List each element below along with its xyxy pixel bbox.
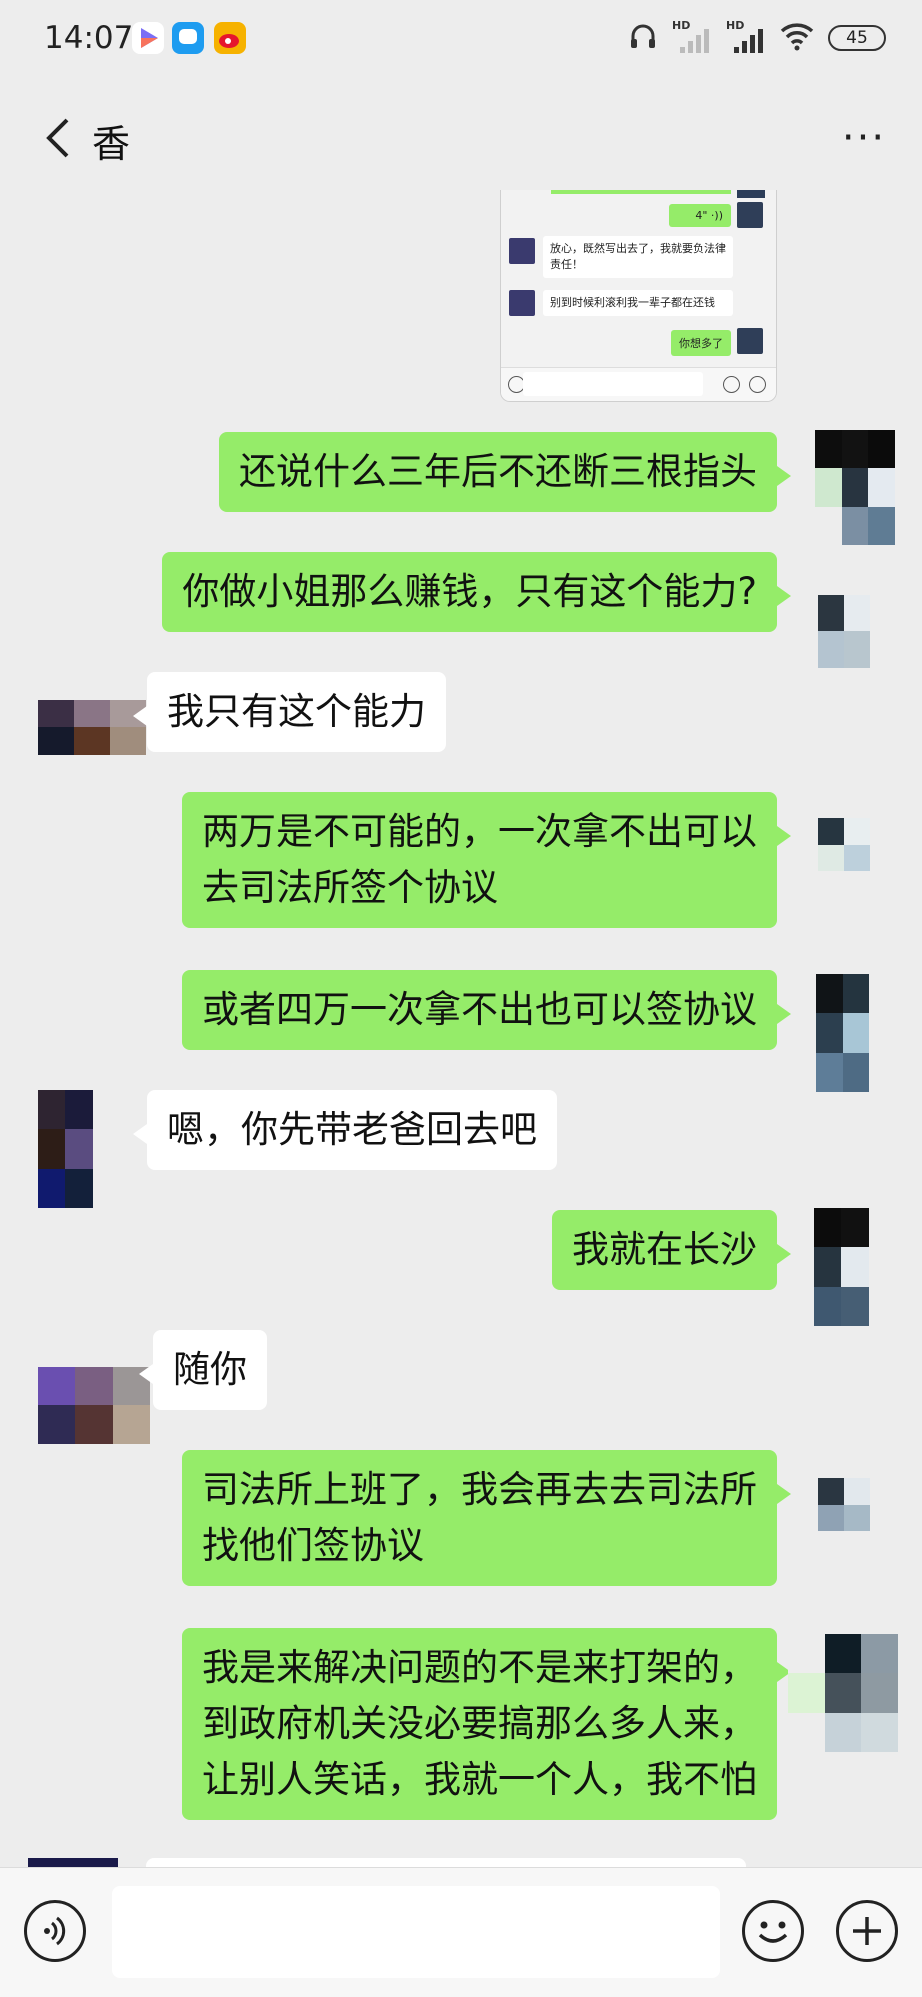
screenshot-voice-bubble: 4" ·)) — [669, 204, 731, 227]
screenshot-message: 你想多了 — [671, 330, 731, 356]
headphones-icon — [628, 21, 658, 55]
status-time: 14:07 — [44, 20, 134, 56]
voice-button[interactable] — [24, 1900, 86, 1962]
message-row: 我只有这个能力 — [0, 670, 922, 782]
screenshot-message: 放心，既然写出去了，我就要负法律责任！ — [543, 236, 733, 278]
screenshot-avatar — [737, 328, 763, 354]
chat-header: 香 ··· — [0, 78, 922, 196]
emoji-button[interactable] — [742, 1900, 804, 1962]
message-line: 司法所上班了，我会再去去司法所 — [202, 1468, 757, 1511]
voice-icon — [44, 1916, 66, 1946]
screenshot-message: 别到时候利滚利我一辈子都在还钱 — [543, 290, 733, 316]
message-line: 两万是不可能的，一次拿不出可以 — [202, 810, 757, 853]
message-line: 我是来解决问题的不是来打架的， — [202, 1646, 757, 1689]
message-row: 我就在长沙 — [0, 1208, 922, 1328]
back-button[interactable] — [28, 108, 88, 168]
message-bubble[interactable]: 还说什么三年后不还断三根指头 — [219, 432, 791, 512]
message-bubble[interactable]: 司法所上班了，我会再去去司法所 找他们签协议 — [182, 1450, 791, 1586]
more-functions-button[interactable] — [836, 1900, 898, 1962]
chat-screenshot-image[interactable]: 4" ·)) 放心，既然写出去了，我就要负法律责任！ 别到时候利滚利我一辈子都在… — [500, 190, 777, 402]
avatar[interactable] — [818, 818, 896, 898]
signal-label: HD — [726, 19, 745, 32]
message-row: 或者四万一次拿不出也可以签协议 — [0, 968, 922, 1092]
avatar[interactable] — [38, 1090, 120, 1208]
avatar[interactable] — [38, 1328, 150, 1444]
screenshot-plus-icon — [749, 376, 766, 393]
message-line: 或者四万一次拿不出也可以签协议 — [202, 988, 757, 1031]
avatar[interactable] — [816, 974, 896, 1092]
chevron-left-icon — [46, 118, 69, 158]
avatar[interactable] — [815, 430, 895, 545]
plus-icon — [853, 1917, 881, 1945]
screenshot-voice-duration: 4" — [695, 209, 708, 222]
message-row: 还说什么三年后不还断三根指头 — [0, 430, 922, 545]
message-row: 我是来解决问题的不是来打架的， 到政府机关没必要搞那么多人来， 让别人笑话，我就… — [0, 1626, 922, 1836]
avatar[interactable] — [814, 1208, 896, 1326]
avatar[interactable] — [38, 700, 146, 782]
message-input[interactable] — [112, 1886, 720, 1978]
message-line: 随你 — [173, 1348, 247, 1391]
screenshot-avatar — [737, 202, 763, 228]
message-row: 两万是不可能的，一次拿不出可以 去司法所签个协议 — [0, 790, 922, 940]
message-line: 嗯，你先带老爸回去吧 — [167, 1108, 537, 1151]
status-icons: HD HD 45 — [628, 19, 886, 56]
signal-icon: HD — [672, 19, 712, 55]
message-bubble[interactable]: 你做小姐那么赚钱，只有这个能力? — [162, 552, 791, 632]
message-bubble[interactable]: 两万是不可能的，一次拿不出可以 去司法所签个协议 — [182, 792, 791, 928]
message-line: 去司法所签个协议 — [202, 866, 498, 909]
message-bubble[interactable]: 嗯，你先带老爸回去吧 — [133, 1090, 557, 1170]
message-bubble[interactable]: 我就在长沙 — [552, 1210, 791, 1290]
message-bubble[interactable]: 或者四万一次拿不出也可以签协议 — [182, 970, 791, 1050]
screenshot-avatar — [509, 238, 535, 264]
message-row: 你做小姐那么赚钱，只有这个能力? — [0, 550, 922, 668]
message-bubble[interactable]: 我是来解决问题的不是来打架的， 到政府机关没必要搞那么多人来， 让别人笑话，我就… — [182, 1628, 791, 1820]
screenshot-avatar — [509, 290, 535, 316]
screenshot-avatar — [737, 190, 765, 198]
message-line: 让别人笑话，我就一个人，我不怕 — [202, 1758, 757, 1801]
message-line: 你做小姐那么赚钱，只有这个能力? — [182, 570, 757, 613]
message-bubble[interactable]: 随你 — [139, 1330, 267, 1410]
message-line: 我就在长沙 — [572, 1228, 757, 1271]
screenshot-bubble-fragment — [551, 190, 731, 194]
screenshot-text-field — [523, 372, 703, 396]
wifi-icon — [780, 21, 814, 55]
battery-icon: 45 — [828, 25, 886, 51]
video-app-icon — [132, 22, 164, 54]
signal-label: HD — [672, 19, 691, 32]
more-options-button[interactable]: ··· — [834, 108, 894, 168]
message-bubble[interactable]: 我只有这个能力 — [133, 672, 446, 752]
message-app-icon — [172, 22, 204, 54]
message-row: 随你 — [0, 1328, 922, 1448]
message-row: 司法所上班了，我会再去去司法所 找他们签协议 — [0, 1448, 922, 1598]
status-bar: 14:07 HD HD 45 — [0, 0, 922, 78]
screenshot-emoji-icon — [723, 376, 740, 393]
message-line: 还说什么三年后不还断三根指头 — [239, 450, 757, 493]
avatar[interactable] — [788, 1634, 898, 1752]
message-row: 嗯，你先带老爸回去吧 — [0, 1088, 922, 1218]
avatar[interactable] — [818, 1478, 896, 1558]
signal-icon: HD — [726, 19, 766, 55]
message-line: 我只有这个能力 — [167, 690, 426, 733]
chat-title: 香 — [92, 122, 131, 166]
input-bar — [0, 1867, 922, 1997]
avatar[interactable] — [818, 558, 896, 668]
weibo-app-icon — [214, 22, 246, 54]
emoji-icon — [758, 1921, 788, 1943]
screenshot-input-bar — [501, 367, 776, 401]
message-line: 到政府机关没必要搞那么多人来， — [202, 1702, 757, 1745]
message-line: 找他们签协议 — [202, 1524, 424, 1567]
